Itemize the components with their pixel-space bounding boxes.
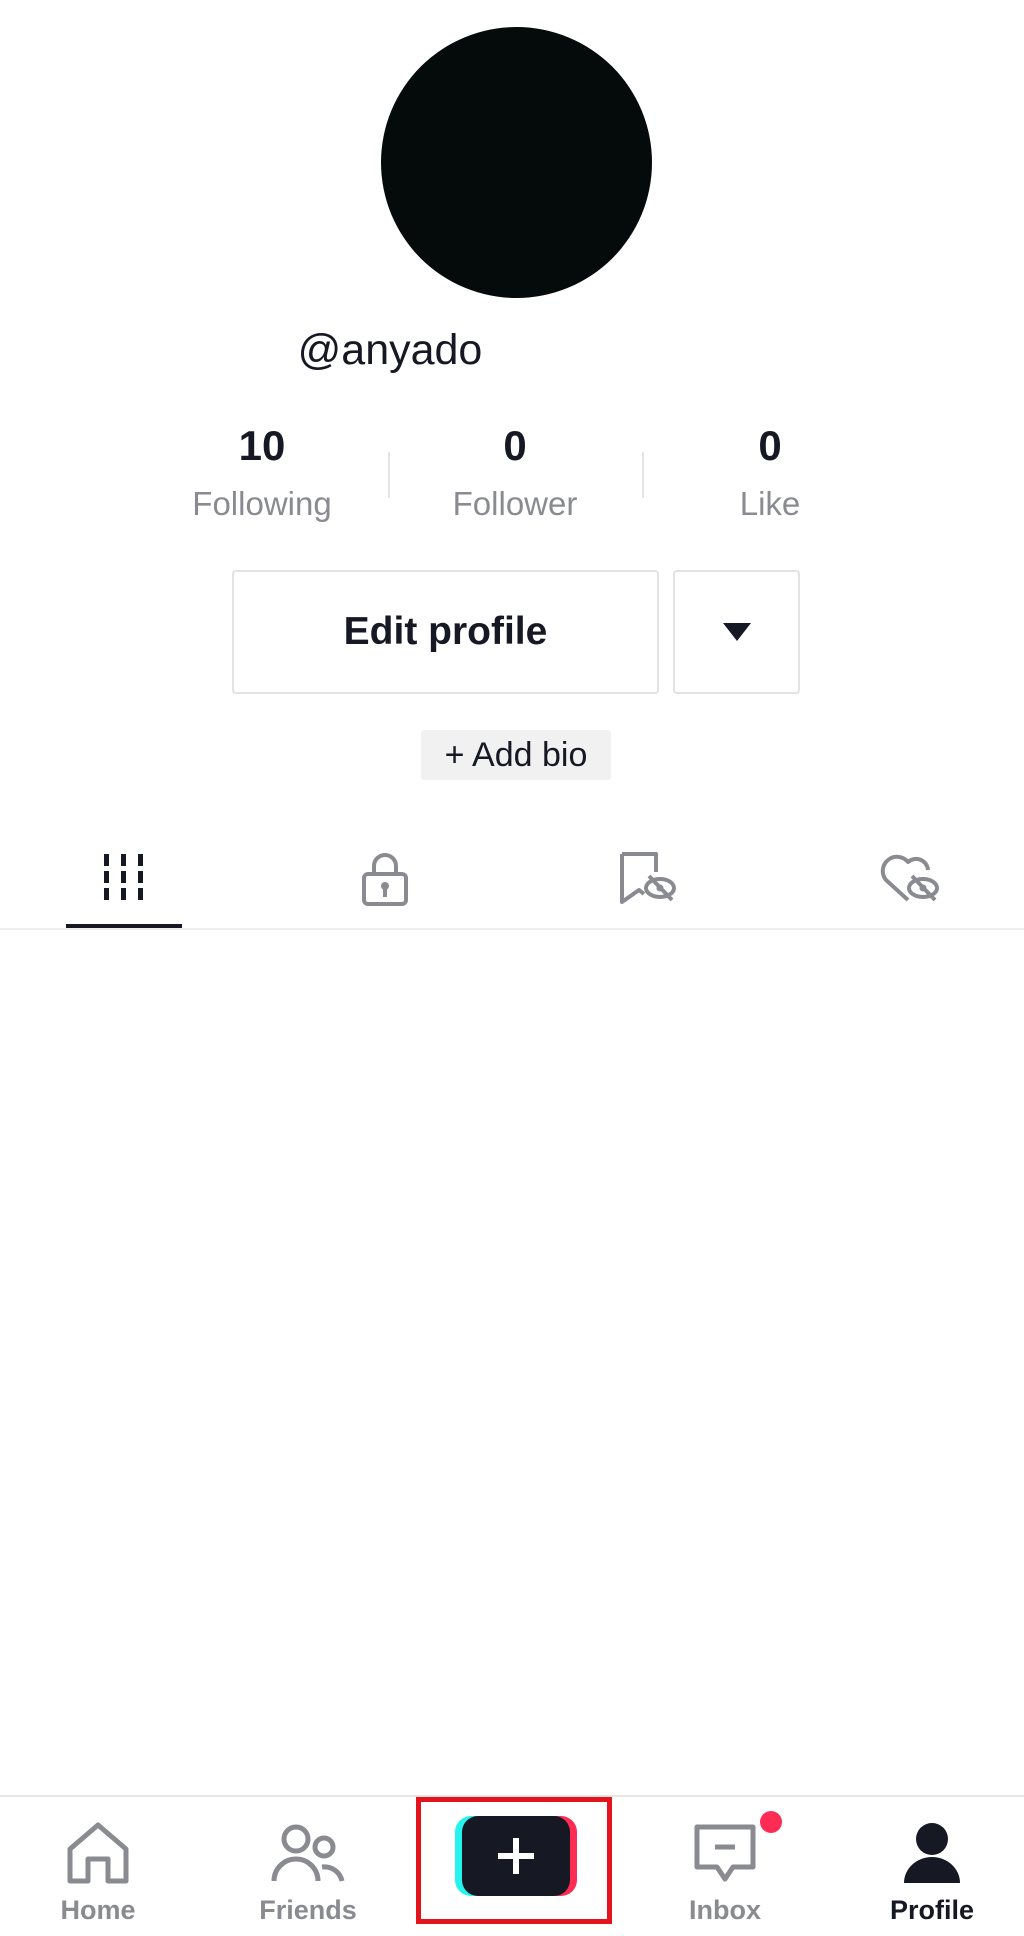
nav-inbox[interactable]: Inbox xyxy=(645,1817,805,1926)
like-stat[interactable]: 0 Like xyxy=(660,420,880,524)
follower-label: Follower xyxy=(452,485,578,522)
nav-profile-label: Profile xyxy=(889,1895,975,1925)
inbox-icon xyxy=(694,1824,756,1882)
add-bio-label: + Add bio xyxy=(444,735,588,774)
avatar[interactable] xyxy=(381,27,652,298)
tab-videos[interactable] xyxy=(66,838,182,918)
nav-profile[interactable]: Profile xyxy=(852,1817,1012,1926)
stat-divider xyxy=(642,452,644,498)
follower-stat[interactable]: 0 Follower xyxy=(405,420,625,524)
profile-icon xyxy=(904,1823,960,1883)
notification-dot xyxy=(760,1811,782,1833)
friends-icon xyxy=(271,1824,345,1882)
heart-hidden-icon xyxy=(880,854,939,902)
stat-divider xyxy=(388,452,390,498)
bookmark-hidden-icon xyxy=(620,852,676,904)
nav-friends[interactable]: Friends xyxy=(228,1817,388,1926)
following-stat[interactable]: 10 Following xyxy=(152,420,372,524)
like-count: 0 xyxy=(758,422,782,469)
edit-profile-label: Edit profile xyxy=(343,610,548,653)
more-options-button[interactable] xyxy=(673,570,800,694)
home-icon xyxy=(67,1822,129,1884)
profile-stats: 10 Following 0 Follower 0 Like xyxy=(0,420,1024,530)
like-label: Like xyxy=(739,485,801,522)
following-count: 10 xyxy=(238,422,286,469)
tab-liked[interactable] xyxy=(855,838,965,918)
nav-home-label: Home xyxy=(60,1895,136,1925)
tab-saved[interactable] xyxy=(592,838,702,918)
follower-count: 0 xyxy=(503,422,527,469)
tabs-divider xyxy=(0,928,1024,930)
add-bio-button[interactable]: + Add bio xyxy=(421,730,611,780)
edit-profile-button[interactable]: Edit profile xyxy=(232,570,659,694)
nav-friends-label: Friends xyxy=(259,1895,357,1925)
videos-grid-icon xyxy=(104,854,143,900)
nav-inbox-label: Inbox xyxy=(689,1895,761,1925)
tab-private[interactable] xyxy=(330,838,440,918)
nav-home[interactable]: Home xyxy=(18,1817,178,1926)
username: @anyado xyxy=(297,326,483,374)
lock-icon xyxy=(362,853,408,906)
following-label: Following xyxy=(192,485,332,522)
caret-down-icon xyxy=(722,623,751,641)
highlight-box xyxy=(416,1797,612,1924)
